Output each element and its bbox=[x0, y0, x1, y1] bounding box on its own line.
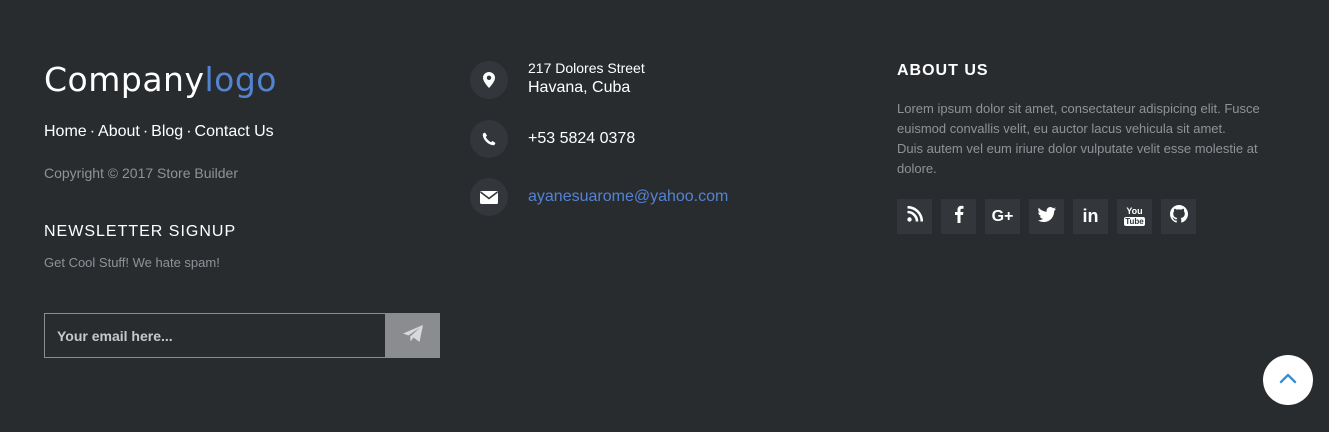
facebook-icon bbox=[954, 205, 964, 228]
footer-nav: Home · About · Blog · Contact Us bbox=[44, 122, 274, 142]
facebook-button[interactable] bbox=[941, 199, 976, 234]
newsletter-subtitle: Get Cool Stuff! We hate spam! bbox=[44, 255, 220, 270]
nav-separator: · bbox=[186, 123, 192, 140]
contact-address: 217 Dolores Street Havana, Cuba bbox=[470, 60, 645, 100]
address-street: 217 Dolores Street bbox=[528, 60, 645, 76]
paper-plane-icon bbox=[402, 325, 423, 346]
about-text: Lorem ipsum dolor sit amet, consectateur… bbox=[897, 99, 1267, 179]
youtube-icon: You Tube bbox=[1124, 207, 1145, 226]
newsletter-form bbox=[44, 313, 440, 358]
contact-email: ayanesuarome@yahoo.com bbox=[470, 178, 728, 216]
linkedin-button[interactable]: in bbox=[1073, 199, 1108, 234]
google-plus-button[interactable]: G+ bbox=[985, 199, 1020, 234]
rss-icon bbox=[906, 205, 923, 227]
newsletter-email-input[interactable] bbox=[44, 313, 385, 358]
phone-icon bbox=[470, 120, 508, 158]
company-logo[interactable]: Companylogo bbox=[44, 60, 277, 100]
nav-link-about[interactable]: About bbox=[98, 123, 140, 140]
chevron-up-icon bbox=[1279, 371, 1297, 389]
nav-link-contact-us[interactable]: Contact Us bbox=[195, 123, 274, 140]
about-text-paragraph-1: Lorem ipsum dolor sit amet, consectateur… bbox=[897, 101, 1260, 136]
logo-part-logo: logo bbox=[204, 60, 277, 99]
nav-separator: · bbox=[142, 123, 149, 140]
linkedin-icon: in bbox=[1082, 206, 1099, 226]
rss-button[interactable] bbox=[897, 199, 932, 234]
address-city: Havana, Cuba bbox=[528, 79, 631, 96]
nav-separator: · bbox=[89, 123, 96, 140]
contact-phone: +53 5824 0378 bbox=[470, 120, 635, 158]
phone-number: +53 5824 0378 bbox=[528, 130, 636, 147]
newsletter-title: NEWSLETTER SIGNUP bbox=[44, 223, 237, 240]
nav-link-blog[interactable]: Blog bbox=[151, 123, 183, 140]
youtube-icon-label-bottom: Tube bbox=[1124, 217, 1145, 226]
copyright-text: Copyright © 2017 Store Builder bbox=[44, 165, 238, 181]
youtube-icon-label-top: You bbox=[1126, 206, 1143, 216]
youtube-button[interactable]: You Tube bbox=[1117, 199, 1152, 234]
github-button[interactable] bbox=[1161, 199, 1196, 234]
newsletter-submit-button[interactable] bbox=[385, 313, 440, 358]
logo-part-company: Company bbox=[44, 60, 205, 99]
map-marker-icon bbox=[470, 61, 508, 99]
google-plus-icon: G+ bbox=[991, 207, 1014, 225]
back-to-top-button[interactable] bbox=[1263, 355, 1313, 405]
github-icon bbox=[1169, 205, 1188, 228]
about-title: ABOUT US bbox=[897, 62, 989, 79]
twitter-icon bbox=[1037, 206, 1056, 227]
twitter-button[interactable] bbox=[1029, 199, 1064, 234]
about-text-paragraph-2: Duis autem vel eum iriure dolor vulputat… bbox=[897, 141, 1258, 176]
social-links: G+ in You Tube bbox=[897, 199, 1196, 234]
envelope-icon bbox=[470, 178, 508, 216]
nav-link-home[interactable]: Home bbox=[44, 123, 87, 140]
email-link[interactable]: ayanesuarome@yahoo.com bbox=[528, 188, 728, 205]
